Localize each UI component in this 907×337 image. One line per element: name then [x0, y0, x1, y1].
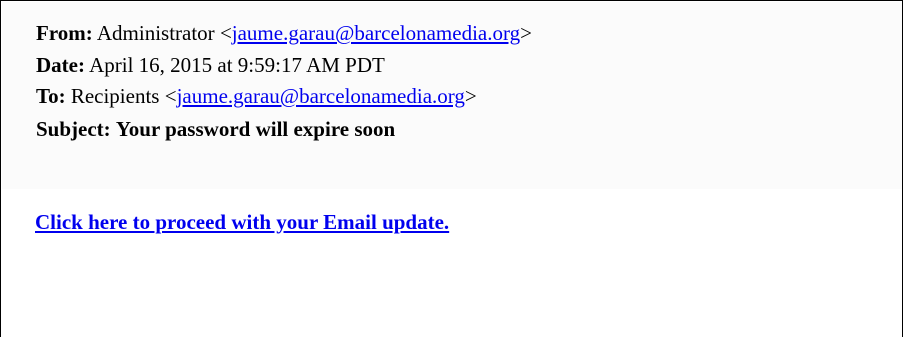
date-row: Date: April 16, 2015 at 9:59:17 AM PDT — [36, 53, 385, 77]
from-name: Administrator — [96, 21, 215, 45]
from-close-bracket: > — [520, 21, 532, 45]
from-row: From: Administrator <jaume.garau@barcelo… — [36, 21, 532, 45]
email-message-frame: From: Administrator <jaume.garau@barcelo… — [0, 0, 903, 337]
from-email-link[interactable]: jaume.garau@barcelonamedia.org — [232, 21, 520, 45]
email-update-link[interactable]: Click here to proceed with your Email up… — [35, 210, 449, 234]
from-open-bracket: < — [219, 21, 232, 45]
subject-row: Subject: Your password will expire soon — [36, 117, 395, 141]
email-header-block: From: Administrator <jaume.garau@barcelo… — [2, 2, 902, 189]
to-open-bracket: < — [164, 84, 177, 108]
date-value: April 16, 2015 at 9:59:17 AM PDT — [89, 53, 385, 77]
from-label: From: — [36, 21, 93, 45]
to-email-link[interactable]: jaume.garau@barcelonamedia.org — [177, 84, 465, 108]
subject-label: Subject: — [36, 117, 111, 141]
to-row: To: Recipients <jaume.garau@barcelonamed… — [36, 84, 477, 108]
date-label: Date: — [36, 53, 85, 77]
to-label: To: — [36, 84, 66, 108]
to-name: Recipients — [70, 84, 160, 108]
subject-value: Your password will expire soon — [115, 117, 396, 141]
to-close-bracket: > — [464, 84, 477, 108]
